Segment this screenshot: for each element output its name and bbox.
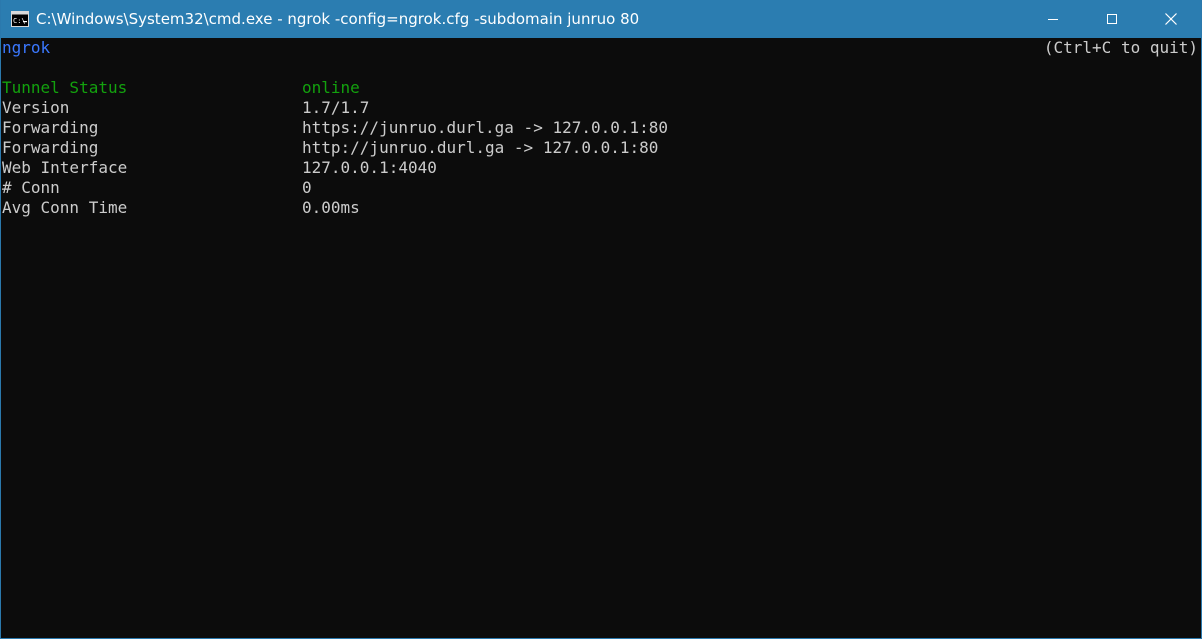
ngrok-header: ngrok <box>2 38 51 57</box>
row-value-avg-conn-time: 0.00ms <box>302 198 360 217</box>
maximize-icon <box>1107 14 1117 24</box>
minimize-icon <box>1048 19 1058 20</box>
close-icon <box>1165 13 1177 25</box>
console-output[interactable]: ngrok (Ctrl+C to quit) Tunnel Status onl… <box>1 38 1201 638</box>
row-label-version: Version <box>2 98 70 117</box>
quit-hint: (Ctrl+C to quit) <box>1043 38 1198 57</box>
row-label-conn-count: # Conn <box>2 178 60 197</box>
window-title: C:\Windows\System32\cmd.exe - ngrok -con… <box>36 10 640 28</box>
title-bar[interactable]: C:\ C:\Windows\System32\cmd.exe - ngrok … <box>1 0 1201 38</box>
row-value-forwarding-https: https://junruo.durl.ga -> 127.0.0.1:80 <box>302 118 669 137</box>
console-window: C:\ C:\Windows\System32\cmd.exe - ngrok … <box>0 0 1202 639</box>
maximize-button[interactable] <box>1083 0 1141 38</box>
row-label-forwarding-http: Forwarding <box>2 138 99 157</box>
row-value-version: 1.7/1.7 <box>302 98 370 117</box>
minimize-button[interactable] <box>1024 0 1082 38</box>
row-label-tunnel-status: Tunnel Status <box>2 78 128 97</box>
row-label-forwarding-https: Forwarding <box>2 118 99 137</box>
row-label-avg-conn-time: Avg Conn Time <box>2 198 128 217</box>
row-value-web-interface: 127.0.0.1:4040 <box>302 158 437 177</box>
row-value-tunnel-status: online <box>302 78 360 97</box>
row-value-conn-count: 0 <box>302 178 312 197</box>
cmd-console-icon[interactable]: C:\ <box>11 11 29 27</box>
row-value-forwarding-http: http://junruo.durl.ga -> 127.0.0.1:80 <box>302 138 659 157</box>
row-label-web-interface: Web Interface <box>2 158 128 177</box>
close-button[interactable] <box>1142 0 1200 38</box>
